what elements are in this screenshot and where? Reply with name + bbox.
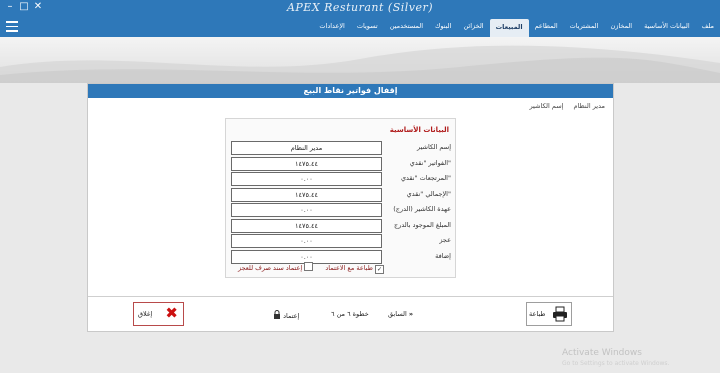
menu-tab[interactable]: ملف [696, 17, 720, 37]
form-row: ١٤٧٥.٤٤ المبلغ الموجود بالدرج [231, 218, 451, 233]
dialog-title: إقفال فواتير نقاط البيع [88, 84, 613, 98]
cashier-header: مدير النظام إسم الكاشير [521, 102, 605, 110]
close-button-label: إغلاق [138, 310, 153, 318]
field-label: إسم الكاشير [417, 143, 451, 151]
menu-bar: ملف البيانات الأساسية المخازن المشتريات المط… [0, 17, 720, 37]
field-label: عهدة الكاشير (الدرج) [393, 205, 451, 213]
close-button[interactable]: إغلاق ✖ [133, 302, 184, 326]
activate-windows-watermark: Activate Windows [562, 348, 642, 358]
lock-icon [274, 310, 280, 319]
form-row: ١٤٧٥.٤٤ الفواتير "نقدي" [231, 156, 451, 171]
printer-icon [553, 306, 567, 322]
field-value[interactable]: ٠.٠٠ [231, 203, 382, 217]
previous-button-label: السابق [388, 310, 407, 318]
deficit-voucher-label: إعتماد سند صرف للعجز [238, 264, 303, 272]
print-on-approve-checkbox[interactable]: ✓ [374, 265, 384, 274]
field-value[interactable]: ٠.٠٠ [231, 172, 382, 186]
double-arrow-right-icon: » [408, 310, 414, 318]
field-value[interactable]: ١٤٧٥.٤٤ [231, 218, 382, 233]
basic-data-panel: البيانات الأساسية مدير النظام إسم الكاشير… [225, 118, 456, 278]
approve-button-label: إعتماد [283, 312, 300, 320]
menu-tab[interactable]: المشتريات [564, 17, 605, 37]
menu-tab[interactable]: الخزائن [457, 17, 489, 37]
menu-tab[interactable]: البنوك [429, 17, 457, 37]
field-label: المرتجعات "نقدي" [400, 174, 451, 182]
field-label: إضافة [435, 251, 451, 260]
background-wave-graphic [0, 45, 720, 83]
print-button[interactable]: طباعة [526, 302, 572, 326]
menu-tab[interactable]: الإعدادات [313, 17, 350, 37]
print-on-approve-option[interactable]: طباعة مع الاعتماد ✓ [325, 264, 384, 274]
background-band [0, 37, 720, 83]
form-row: ١٤٧٥.٤٤ الإجمالي "نقدي" [231, 187, 451, 202]
activate-windows-hint: Go to Settings to activate Windows. [562, 360, 670, 367]
section-title: البيانات الأساسية [389, 126, 449, 134]
menu-tab[interactable]: البيانات الأساسية [638, 17, 696, 37]
form-row: ٠.٠٠ عهدة الكاشير (الدرج) [231, 203, 451, 217]
title-bar: – □ ✕ APEX Resturant (Silver) [0, 0, 720, 17]
deficit-voucher-option[interactable]: إعتماد سند صرف للعجز [238, 262, 314, 272]
cashier-header-label: إسم الكاشير [529, 102, 564, 110]
field-value[interactable]: مدير النظام [231, 141, 382, 155]
field-label: عجز [439, 236, 451, 244]
print-on-approve-label: طباعة مع الاعتماد [325, 264, 373, 272]
menu-tab[interactable]: المخازن [604, 17, 638, 37]
menu-tab[interactable]: المطاعم [529, 17, 564, 37]
cashier-header-value: مدير النظام [573, 102, 605, 110]
previous-button[interactable]: السابق » [388, 310, 413, 318]
form-row: مدير النظام إسم الكاشير [231, 141, 451, 155]
menu-tab[interactable]: تسويات [351, 17, 384, 37]
field-label: الفواتير "نقدي" [409, 158, 451, 167]
options-row: إعتماد سند صرف للعجز طباعة مع الاعتماد ✓ [238, 262, 394, 274]
approve-button[interactable]: إعتماد [273, 310, 299, 320]
menu-tab[interactable]: المستخدمين [384, 17, 429, 37]
form-row: ٠.٠٠ إضافة [231, 249, 451, 264]
field-value[interactable]: ٠.٠٠ [231, 234, 382, 248]
field-label: الإجمالي "نقدي" [406, 189, 451, 198]
close-pos-invoices-dialog: إقفال فواتير نقاط البيع مدير النظام إسم … [87, 83, 614, 332]
app-title: APEX Resturant (Silver) [286, 1, 434, 14]
field-label: المبلغ الموجود بالدرج [394, 220, 451, 229]
footer-divider [88, 296, 613, 297]
menu-tab[interactable]: المبيعات [489, 19, 529, 37]
menu-tabs: ملف البيانات الأساسية المخازن المشتريات المط… [313, 17, 720, 37]
close-x-icon: ✖ [165, 304, 178, 322]
field-value[interactable]: ١٤٧٥.٤٤ [231, 156, 382, 171]
form-row: ٠.٠٠ عجز [231, 234, 451, 248]
step-indicator: خطوة ٦ من ٦ [331, 310, 369, 318]
print-button-label: طباعة [529, 310, 546, 318]
hamburger-menu-icon[interactable] [6, 21, 18, 32]
form-row: ٠.٠٠ المرتجعات "نقدي" [231, 172, 451, 186]
field-value[interactable]: ١٤٧٥.٤٤ [231, 187, 382, 202]
deficit-voucher-checkbox[interactable] [304, 262, 314, 271]
